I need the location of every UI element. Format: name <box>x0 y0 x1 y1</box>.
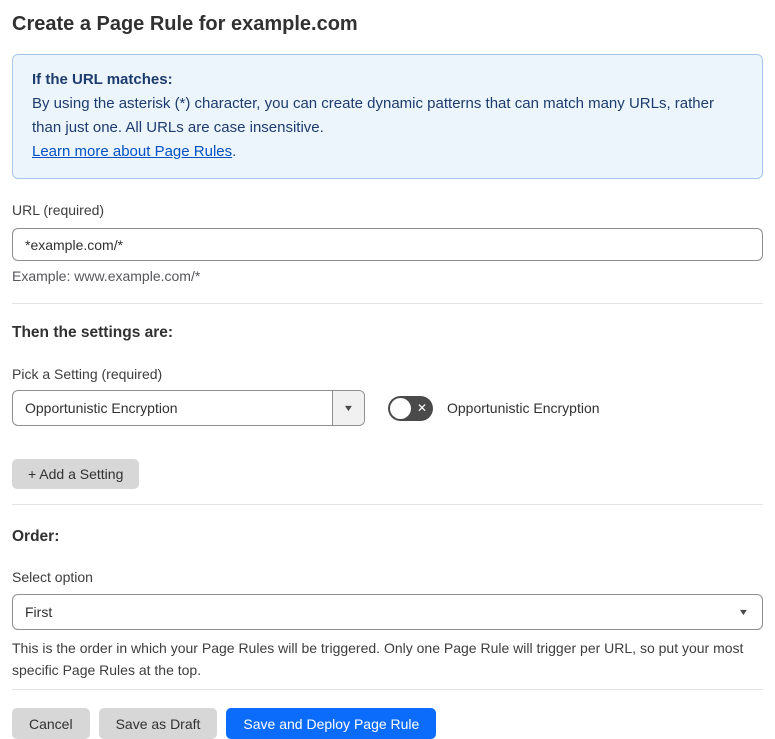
url-input[interactable] <box>12 228 763 261</box>
cancel-button[interactable]: Cancel <box>12 708 90 739</box>
order-select[interactable]: First ▼ <box>12 594 763 630</box>
learn-more-link[interactable]: Learn more about Page Rules <box>32 143 232 160</box>
section-divider <box>12 303 763 304</box>
info-box-heading: If the URL matches: <box>32 71 173 88</box>
url-field-label: URL (required) <box>12 202 105 218</box>
pick-setting-label: Pick a Setting (required) <box>12 366 163 382</box>
add-setting-button[interactable]: + Add a Setting <box>12 459 140 489</box>
setting-row: Opportunistic Encryption ▼ ✕ Opportunist… <box>12 390 763 426</box>
page-title: Create a Page Rule for example.com <box>12 13 358 35</box>
toggle-label: Opportunistic Encryption <box>447 400 600 416</box>
create-page-rule-panel: Create a Page Rule for example.com If th… <box>0 12 775 739</box>
toggle-knob <box>390 397 411 419</box>
section-divider <box>12 504 763 505</box>
save-draft-button[interactable]: Save as Draft <box>98 708 218 739</box>
footer-buttons: Cancel Save as Draft Save and Deploy Pag… <box>12 708 763 739</box>
order-section-heading: Order: <box>12 528 60 545</box>
setting-dropdown-arrow-button[interactable]: ▼ <box>332 391 364 425</box>
settings-section-heading: Then the settings are: <box>12 324 174 341</box>
order-help-text: This is the order in which your Page Rul… <box>12 640 744 678</box>
info-box-link-line: Learn more about Page Rules. <box>32 140 743 164</box>
chevron-down-icon: ▼ <box>342 402 355 413</box>
link-suffix: . <box>232 143 237 160</box>
order-select-value: First <box>25 604 53 620</box>
setting-dropdown[interactable]: Opportunistic Encryption ▼ <box>12 390 365 426</box>
url-match-info-box: If the URL matches: By using the asteris… <box>12 54 763 179</box>
order-select-label: Select option <box>12 569 93 585</box>
url-example-text: Example: www.example.com/* <box>12 268 201 284</box>
opportunistic-encryption-toggle[interactable]: ✕ <box>388 395 433 421</box>
toggle-off-x-icon: ✕ <box>416 401 428 415</box>
save-deploy-button[interactable]: Save and Deploy Page Rule <box>226 708 437 739</box>
setting-dropdown-value: Opportunistic Encryption <box>25 400 178 416</box>
footer-divider <box>12 689 763 690</box>
opportunistic-encryption-toggle-group: ✕ Opportunistic Encryption <box>388 395 600 421</box>
chevron-down-icon: ▼ <box>737 606 750 617</box>
info-box-body: By using the asterisk (*) character, you… <box>32 95 714 136</box>
